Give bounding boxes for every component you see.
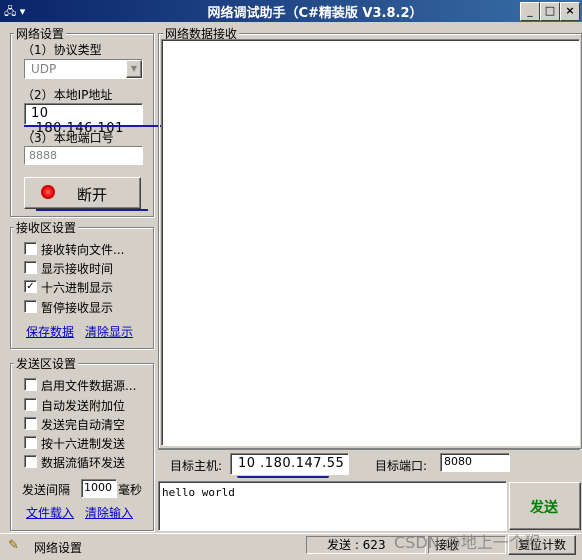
window-title: 网络调试助手（C#精装版 V3.8.2）: [207, 6, 423, 21]
maximize-button[interactable]: □: [540, 2, 560, 21]
minimize-button[interactable]: _: [520, 2, 540, 21]
local-port-value: 8888: [29, 149, 57, 162]
checkbox-label: 数据流循环发送: [41, 456, 126, 470]
checkbox-label: 显示接收时间: [41, 262, 114, 276]
checkbox-label: 十六进制显示: [41, 281, 114, 295]
checkbox-label: 按十六进制发送: [41, 437, 126, 451]
receive-textarea[interactable]: [161, 39, 580, 446]
title-bar[interactable]: 🖧 ▾ 网络调试助手（C#精装版 V3.8.2） _ □ ×: [0, 0, 582, 22]
status-icon: ✎: [8, 538, 19, 553]
send-interval-unit: 毫秒: [118, 483, 143, 497]
send-interval-field[interactable]: 1000: [81, 479, 117, 498]
watermark: CSDN @地上一个猴: [394, 533, 541, 552]
network-settings-label: 网络设置: [14, 25, 67, 42]
save-data-link[interactable]: 保存数据: [26, 323, 74, 340]
file-load-link[interactable]: 文件载入: [26, 504, 74, 521]
disconnect-button[interactable]: 断开: [24, 177, 141, 209]
checkbox-checked[interactable]: ✓: [24, 280, 37, 293]
checkbox[interactable]: [24, 378, 37, 391]
target-host-value: 10 .180.147.55: [238, 456, 345, 471]
annotation-underline: [237, 476, 329, 478]
checkbox[interactable]: [24, 261, 37, 274]
disconnect-button-label: 断开: [77, 186, 108, 204]
checkbox-label: 启用文件数据源...: [41, 379, 137, 393]
chevron-down-icon[interactable]: ▼: [126, 60, 142, 78]
local-ip-field[interactable]: 10 .180.146.101: [24, 103, 143, 136]
status-label: 网络设置: [34, 541, 83, 555]
send-interval-value: 1000: [84, 481, 112, 494]
checkbox[interactable]: [24, 398, 37, 411]
send-settings-label: 发送区设置: [14, 355, 79, 372]
checkbox[interactable]: [24, 300, 37, 313]
target-host-label: 目标主机:: [170, 459, 223, 473]
annotation-underline: [36, 209, 148, 211]
checkbox-label: 自动发送附加位: [41, 399, 126, 413]
protocol-value: UDP: [31, 62, 57, 76]
status-light-icon: [41, 185, 55, 199]
target-port-label: 目标端口:: [375, 459, 428, 473]
protocol-select[interactable]: UDP ▼: [24, 59, 143, 79]
checkbox-label: 接收转向文件...: [41, 243, 125, 257]
send-count: 发送 : 623: [327, 538, 386, 552]
close-button[interactable]: ×: [560, 2, 580, 21]
checkbox-label: 暂停接收显示: [41, 301, 114, 315]
clear-input-link[interactable]: 清除输入: [85, 504, 133, 521]
checkbox[interactable]: [24, 436, 37, 449]
protocol-label: （1）协议类型: [22, 43, 102, 57]
annotation-underline: [24, 125, 170, 127]
clear-display-link[interactable]: 清除显示: [85, 323, 133, 340]
target-port-field[interactable]: 8080: [440, 453, 510, 472]
checkbox[interactable]: [24, 455, 37, 468]
checkbox[interactable]: [24, 242, 37, 255]
send-button[interactable]: 发送: [509, 482, 581, 530]
send-button-label: 发送: [530, 500, 558, 516]
send-text: hello world: [162, 486, 235, 499]
local-ip-label: （2）本地IP地址: [22, 88, 113, 102]
target-host-field[interactable]: 10 .180.147.55: [230, 453, 349, 475]
checkbox-label: 发送完自动清空: [41, 418, 126, 432]
target-port-value: 8080: [444, 455, 472, 468]
local-port-field[interactable]: 8888: [24, 146, 143, 165]
receive-settings-label: 接收区设置: [14, 219, 79, 236]
send-interval-label: 发送间隔: [22, 483, 71, 497]
checkbox[interactable]: [24, 417, 37, 430]
system-menu-icon[interactable]: 🖧 ▾: [4, 3, 25, 22]
local-port-label: （3）本地端口号: [22, 131, 114, 145]
send-textarea[interactable]: hello world: [158, 481, 507, 531]
